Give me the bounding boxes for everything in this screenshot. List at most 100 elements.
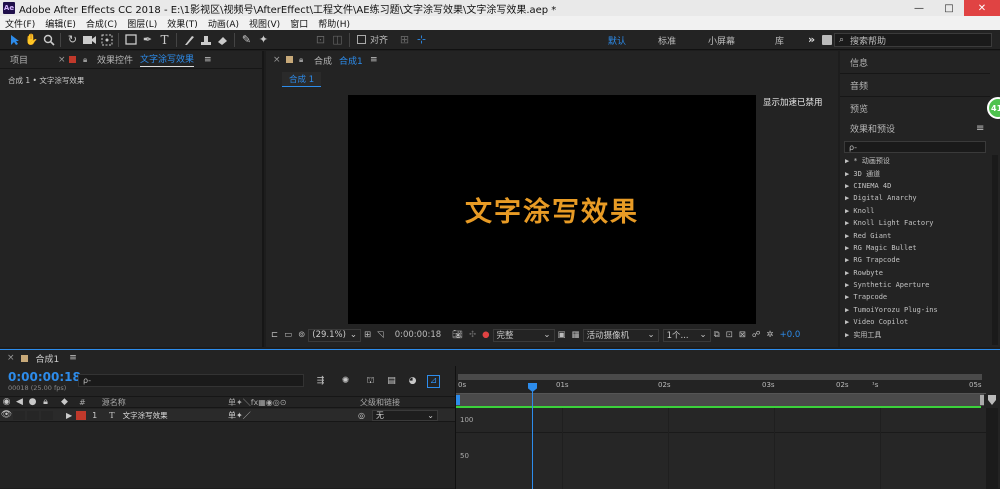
- region-of-interest-icon[interactable]: ▣: [558, 330, 566, 340]
- selection-tool-icon[interactable]: [6, 31, 23, 48]
- panel-menu-icon[interactable]: ≡: [976, 123, 984, 134]
- effects-category[interactable]: ▶ Digital Anarchy: [840, 192, 992, 204]
- views-dropdown[interactable]: 1个... ⌄: [662, 328, 711, 342]
- workspace-default[interactable]: 默认: [608, 34, 626, 47]
- mask-visibility-icon[interactable]: ◹: [377, 330, 384, 340]
- fast-previews-icon[interactable]: ⊡: [726, 330, 733, 340]
- snapshot-camera-icon[interactable]: 📷︎: [452, 330, 463, 340]
- right-scrollbar[interactable]: [992, 155, 998, 345]
- layer-name[interactable]: 文字涂写效果: [123, 410, 168, 421]
- transparency-grid-icon[interactable]: ▦: [572, 330, 580, 340]
- tab-effect-controls[interactable]: 效果控件: [97, 53, 133, 66]
- work-area-start-icon[interactable]: [456, 395, 460, 405]
- rectangle-tool-icon[interactable]: [122, 31, 139, 48]
- effects-category[interactable]: ▶ Trapcode: [840, 291, 992, 303]
- menu-help[interactable]: 帮助(H): [313, 17, 355, 30]
- work-area-bar[interactable]: [458, 374, 982, 380]
- menu-composition[interactable]: 合成(C): [81, 17, 122, 30]
- layer-row[interactable]: 👁︎ ▶ 1 T 文字涂写效果 单✦／ ◎ 无 ⌄: [0, 409, 456, 422]
- menu-window[interactable]: 窗口: [285, 17, 313, 30]
- monitor-icon[interactable]: ▭: [284, 330, 292, 340]
- column-source-name[interactable]: 源名称: [102, 397, 126, 408]
- effects-category[interactable]: ▶ 3D 通道: [840, 167, 992, 179]
- layer-label-color[interactable]: [76, 410, 87, 420]
- camera-dropdown[interactable]: 活动摄像机 ⌄: [582, 328, 659, 342]
- effect-controls-target[interactable]: 文字涂写效果: [140, 52, 195, 67]
- workspace-small-screen[interactable]: 小屏幕: [708, 34, 735, 47]
- hand-tool-icon[interactable]: ✋: [23, 31, 40, 48]
- effects-category[interactable]: ▶ RG Magic Bullet: [840, 242, 992, 254]
- current-time-indicator[interactable]: [532, 383, 533, 489]
- resolution-dropdown[interactable]: 完整 ⌄: [492, 328, 555, 342]
- snap-checkbox[interactable]: [353, 31, 370, 48]
- timeline-icon[interactable]: ⊠: [739, 330, 746, 340]
- current-timecode[interactable]: 0:00:00:18: [8, 370, 81, 384]
- lock-icon[interactable]: 🔒︎: [299, 55, 303, 65]
- panel-menu-icon[interactable]: ≡: [69, 353, 77, 363]
- comp-subtab[interactable]: 合成 1: [282, 72, 322, 87]
- effects-presets-panel-tab[interactable]: 效果和预设: [840, 117, 990, 140]
- panel-resize-divider[interactable]: [262, 51, 264, 347]
- puppet-pin-tool-icon[interactable]: ✦: [255, 31, 272, 48]
- search-help-input[interactable]: ⌕ 搜索帮助: [834, 33, 992, 47]
- menu-file[interactable]: 文件(F): [0, 17, 40, 30]
- eraser-tool-icon[interactable]: [214, 31, 231, 48]
- layer-switches[interactable]: 单✦／: [228, 410, 251, 421]
- draft-3d-icon[interactable]: ✺: [339, 375, 352, 388]
- more-workspaces-button[interactable]: »: [808, 33, 815, 46]
- frame-blending-icon[interactable]: ▤: [385, 375, 398, 388]
- always-preview-icon[interactable]: ⊏: [271, 330, 278, 340]
- layer-search-input[interactable]: ρ-: [78, 374, 304, 387]
- panel-menu-icon[interactable]: ≡: [370, 55, 378, 65]
- effects-category[interactable]: ▶ Video Copilot: [840, 316, 992, 328]
- parent-dropdown[interactable]: 无 ⌄: [372, 409, 438, 421]
- shy-layers-icon[interactable]: ⛫: [364, 375, 377, 388]
- graph-area[interactable]: 100 50: [456, 408, 986, 489]
- minimize-button[interactable]: —: [904, 0, 934, 16]
- audio-toggle[interactable]: [13, 410, 25, 420]
- vr-headset-icon[interactable]: ⊚: [298, 330, 305, 340]
- effects-category[interactable]: ▶ Red Giant: [840, 229, 992, 241]
- effects-category[interactable]: ▶ RG Trapcode: [840, 254, 992, 266]
- snap-feather-icon[interactable]: ◫: [329, 31, 346, 48]
- effects-category[interactable]: ▶ TumoiYorozu Plug-ins: [840, 304, 992, 316]
- solo-toggle[interactable]: [27, 410, 39, 420]
- eye-icon[interactable]: 👁︎: [0, 409, 13, 422]
- snap-to-edges-icon[interactable]: ⊞: [396, 31, 413, 48]
- workspace-standard[interactable]: 标准: [658, 34, 676, 47]
- tab-project[interactable]: 项目: [10, 53, 28, 66]
- snap-option-icon[interactable]: ⊡: [312, 31, 329, 48]
- effects-category[interactable]: ▶ CINEMA 4D: [840, 180, 992, 192]
- rotate-tool-icon[interactable]: ↻: [64, 31, 81, 48]
- column-parent[interactable]: 父级和链接: [360, 397, 400, 408]
- menu-layer[interactable]: 图层(L): [122, 17, 162, 30]
- graph-editor-icon[interactable]: ⊿: [427, 374, 440, 388]
- composition-canvas[interactable]: 文字涂写效果: [348, 95, 756, 324]
- effects-category[interactable]: ▶ Knoll: [840, 205, 992, 217]
- effects-search-input[interactable]: ρ-: [844, 141, 986, 153]
- reset-exposure-icon[interactable]: ✲: [767, 330, 774, 340]
- zoom-tool-icon[interactable]: [40, 31, 57, 48]
- motion-blur-icon[interactable]: ◕: [406, 375, 419, 388]
- effects-category[interactable]: ▶ Knoll Light Factory: [840, 217, 992, 229]
- maximize-button[interactable]: □: [934, 0, 964, 16]
- type-tool-icon[interactable]: T: [156, 31, 173, 48]
- pen-tool-icon[interactable]: ✒: [139, 31, 156, 48]
- grid-guides-icon[interactable]: ⊞: [364, 330, 371, 340]
- info-panel-tab[interactable]: 信息: [840, 51, 990, 74]
- timeline-scrollbar[interactable]: [986, 408, 998, 489]
- effects-category[interactable]: ▶ * 动画预设: [840, 155, 992, 167]
- audio-panel-tab[interactable]: 音频: [840, 74, 990, 97]
- show-snapshot-icon[interactable]: ✣: [469, 330, 476, 340]
- close-button[interactable]: ✕: [964, 0, 1000, 16]
- flowchart-icon[interactable]: ☍: [752, 330, 761, 340]
- zoom-dropdown[interactable]: (29.1%) ⌄: [308, 328, 362, 342]
- clone-stamp-tool-icon[interactable]: [197, 31, 214, 48]
- exposure-value[interactable]: +0.0: [780, 330, 801, 340]
- color-channels-icon[interactable]: ●: [482, 330, 489, 340]
- viewer-timecode[interactable]: 0:00:00:18: [395, 330, 441, 340]
- effects-category[interactable]: ▶ 实用工具: [840, 328, 992, 340]
- brush-tool-icon[interactable]: [180, 31, 197, 48]
- tab-composition-name[interactable]: 合成1: [339, 54, 363, 67]
- menu-animation[interactable]: 动画(A): [203, 17, 244, 30]
